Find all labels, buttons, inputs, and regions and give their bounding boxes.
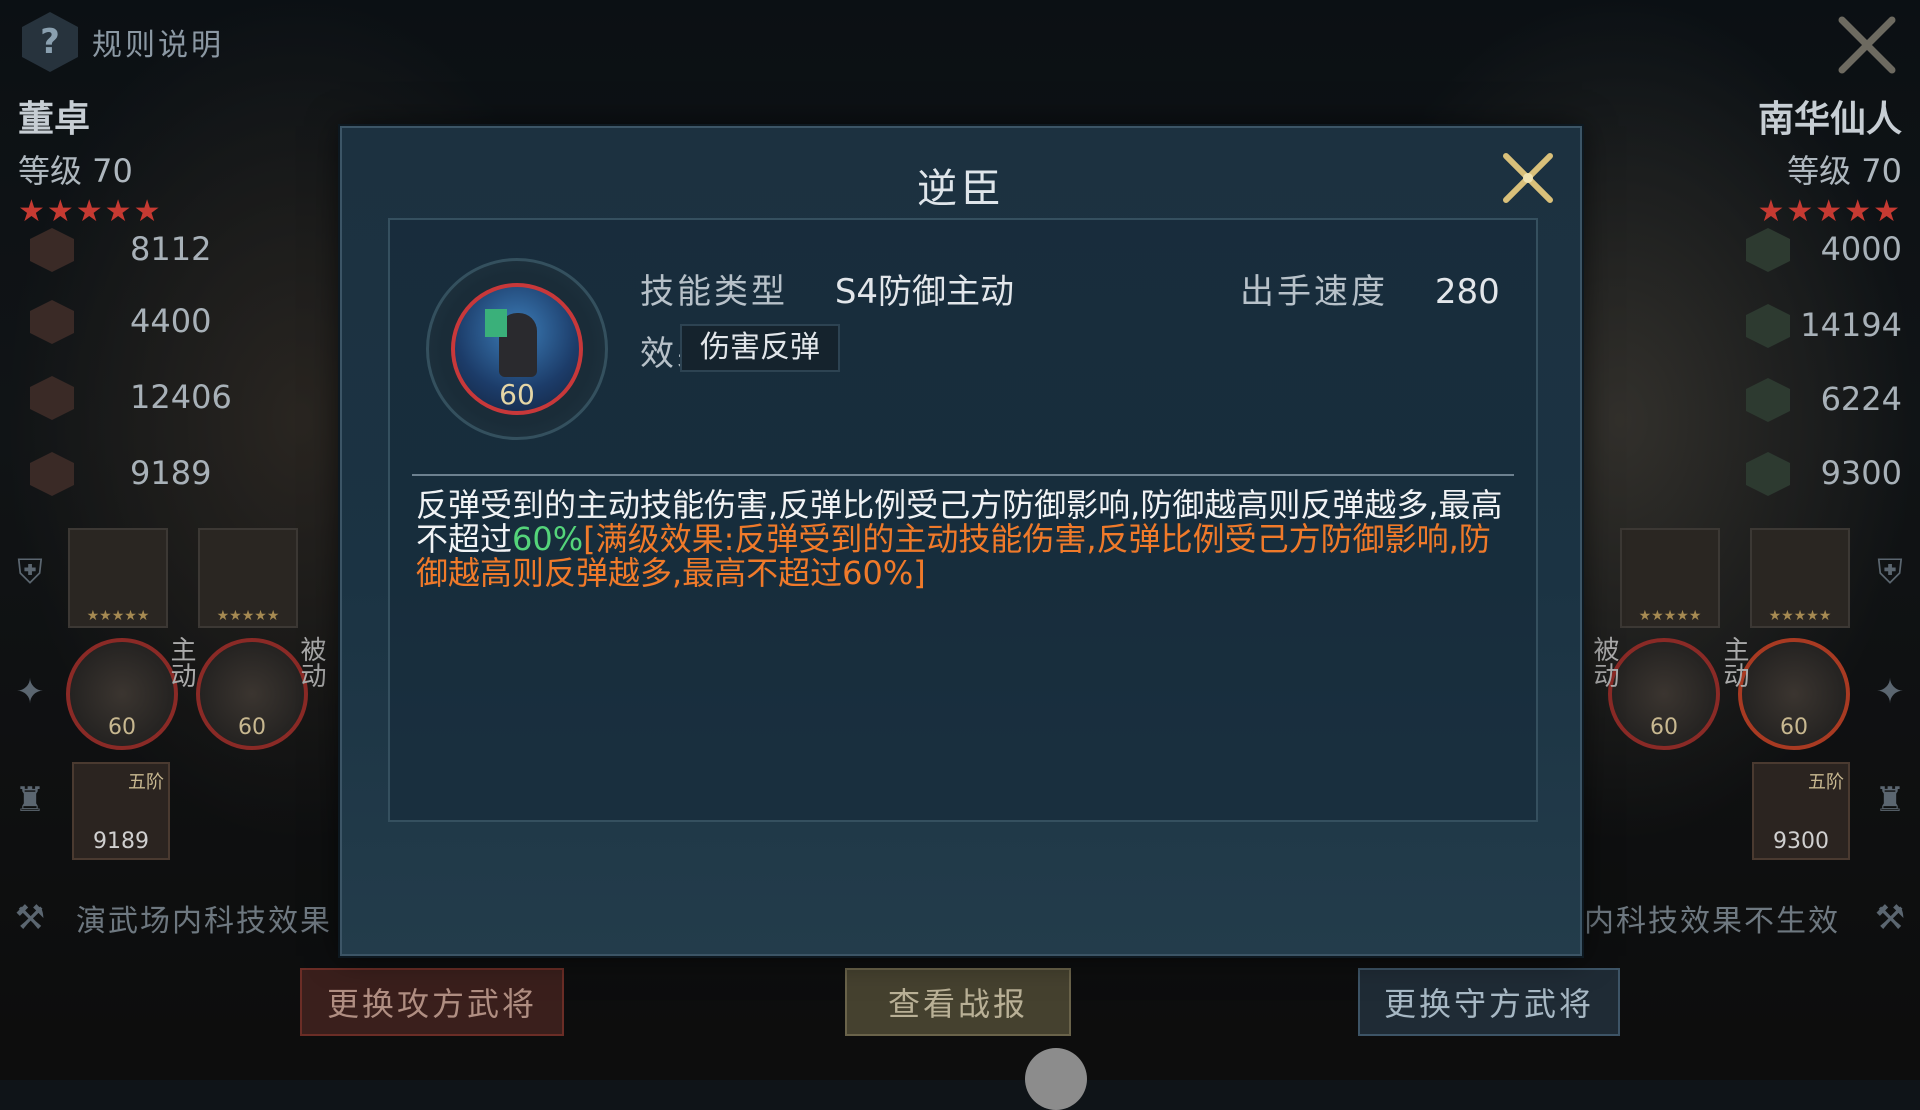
skill-level: 60 bbox=[1650, 715, 1678, 740]
skill-type-tag: 主动 bbox=[1719, 636, 1749, 688]
armor-rail-icon: ⛨ bbox=[1877, 552, 1903, 592]
hammer-rail-icon: ⚒ bbox=[1874, 898, 1906, 938]
skill-detail-modal: 逆臣 60 技能类型 S4防御主动 出手速度 280 效果 伤害反弹 反弹受到的… bbox=[340, 126, 1582, 956]
attacker-soldier[interactable]: 五阶 9189 bbox=[72, 762, 170, 860]
troops-value: 9189 bbox=[130, 454, 212, 492]
troops-icon bbox=[30, 452, 74, 496]
soldier-count: 9300 bbox=[1773, 829, 1829, 854]
close-icon[interactable] bbox=[1498, 148, 1558, 208]
change-defender-button[interactable]: 更换守方武将 bbox=[1358, 968, 1620, 1036]
defense-value: 6224 bbox=[1820, 380, 1902, 418]
defender-skill-1[interactable]: 被动 60 bbox=[1589, 636, 1720, 750]
effect-badge: 伤害反弹 bbox=[680, 324, 840, 372]
book-rail-icon: ✦ bbox=[1875, 672, 1905, 712]
defender-name: 南华仙人 bbox=[1757, 99, 1902, 140]
skill-type-row: 技能类型 S4防御主动 bbox=[640, 264, 1014, 313]
skill-level: 60 bbox=[108, 715, 136, 740]
equip-stars: ★★★★★ bbox=[216, 608, 280, 624]
defender-panel: 南华仙人 等级 70 ★★★★★ bbox=[1560, 90, 1920, 229]
book-rail-icon: ✦ bbox=[15, 672, 45, 712]
skill-type-value: S4防御主动 bbox=[834, 272, 1015, 312]
defender-tech-note: 内科技效果不生效 bbox=[1584, 904, 1840, 939]
attacker-level: 等级 70 bbox=[18, 152, 133, 190]
description-cap: 60% bbox=[512, 520, 584, 558]
strategy-value: 14194 bbox=[1800, 306, 1902, 344]
close-icon[interactable] bbox=[1836, 14, 1898, 76]
defender-skill-2[interactable]: 主动 60 bbox=[1719, 636, 1850, 750]
skill-icon-frame: 60 bbox=[426, 258, 608, 440]
skill-book-icon bbox=[485, 309, 507, 337]
attacker-panel: 董卓 等级 70 ★★★★★ bbox=[0, 90, 360, 229]
skill-description: 反弹受到的主动技能伤害,反弹比例受己方防御影响,防御越高则反弹越多,最高不超过6… bbox=[416, 488, 1516, 590]
rules-label: 规则说明 bbox=[92, 28, 224, 63]
sword-icon bbox=[30, 228, 74, 272]
bottom-toggle-button[interactable] bbox=[1025, 1048, 1087, 1110]
shield-icon bbox=[1746, 378, 1790, 422]
attacker-skill-2[interactable]: 被动 60 bbox=[196, 636, 326, 750]
soldier-rail-icon: ♜ bbox=[1874, 780, 1906, 820]
attacker-tech-note: 演武场内科技效果 bbox=[76, 904, 332, 939]
skill-detail-panel: 60 技能类型 S4防御主动 出手速度 280 效果 伤害反弹 反弹受到的主动技… bbox=[388, 218, 1538, 822]
skill-type-tag: 主动 bbox=[166, 636, 196, 688]
speed-value: 280 bbox=[1434, 272, 1500, 312]
defender-equip-1[interactable]: ★★★★★ bbox=[1620, 528, 1720, 628]
attack-stat: 8112 bbox=[0, 220, 360, 280]
troops-stat: 9189 bbox=[0, 444, 360, 504]
skill-level: 60 bbox=[499, 378, 535, 411]
sword-icon bbox=[1746, 228, 1790, 272]
speed-label: 出手速度 bbox=[1240, 272, 1388, 312]
armor-rail-icon: ⛨ bbox=[17, 552, 43, 592]
shield-icon bbox=[30, 376, 74, 420]
equip-stars: ★★★★★ bbox=[1768, 608, 1832, 624]
strategy-stat: 4400 bbox=[0, 292, 360, 352]
attacker-equip-1[interactable]: ★★★★★ bbox=[68, 528, 168, 628]
skill-level: 60 bbox=[1780, 715, 1808, 740]
soldier-count: 9189 bbox=[93, 829, 149, 854]
attacker-skill-1[interactable]: 主动 60 bbox=[66, 636, 196, 750]
hammer-rail-icon: ⚒ bbox=[14, 898, 46, 938]
troops-icon bbox=[1746, 452, 1790, 496]
troops-value: 9300 bbox=[1820, 454, 1902, 492]
defender-soldier[interactable]: 五阶 9300 bbox=[1752, 762, 1850, 860]
soldier-tier: 五阶 bbox=[1808, 772, 1844, 793]
attack-stat: 4000 bbox=[1560, 220, 1920, 280]
skill-type-tag: 被动 bbox=[296, 636, 326, 688]
rules-button[interactable]: ? 规则说明 bbox=[22, 12, 224, 72]
strategy-stat: 14194 bbox=[1560, 296, 1920, 356]
modal-title: 逆臣 bbox=[917, 166, 1005, 212]
defense-value: 12406 bbox=[130, 378, 232, 416]
attack-value: 4000 bbox=[1820, 230, 1902, 268]
equip-stars: ★★★★★ bbox=[1638, 608, 1702, 624]
change-attacker-button[interactable]: 更换攻方武将 bbox=[300, 968, 564, 1036]
soldier-rail-icon: ♜ bbox=[14, 780, 46, 820]
strategy-value: 4400 bbox=[130, 302, 212, 340]
divider bbox=[412, 474, 1514, 476]
skill-icon: 60 bbox=[451, 283, 583, 415]
attacker-name: 董卓 bbox=[18, 99, 91, 140]
attacker-equip-2[interactable]: ★★★★★ bbox=[198, 528, 298, 628]
defense-stat: 12406 bbox=[0, 368, 360, 428]
equip-stars: ★★★★★ bbox=[86, 608, 150, 624]
soldier-tier: 五阶 bbox=[128, 772, 164, 793]
defender-equip-2[interactable]: ★★★★★ bbox=[1750, 528, 1850, 628]
help-icon: ? bbox=[22, 12, 78, 72]
skill-type-tag: 被动 bbox=[1589, 636, 1619, 688]
attack-value: 8112 bbox=[130, 230, 212, 268]
speed-row: 出手速度 280 bbox=[1240, 264, 1500, 313]
fist-icon bbox=[30, 300, 74, 344]
skill-type-label: 技能类型 bbox=[640, 272, 788, 312]
troops-stat: 9300 bbox=[1560, 444, 1920, 504]
fist-icon bbox=[1746, 304, 1790, 348]
defender-level: 等级 70 bbox=[1787, 152, 1902, 190]
view-report-button[interactable]: 查看战报 bbox=[845, 968, 1071, 1036]
defense-stat: 6224 bbox=[1560, 370, 1920, 430]
skill-level: 60 bbox=[238, 715, 266, 740]
